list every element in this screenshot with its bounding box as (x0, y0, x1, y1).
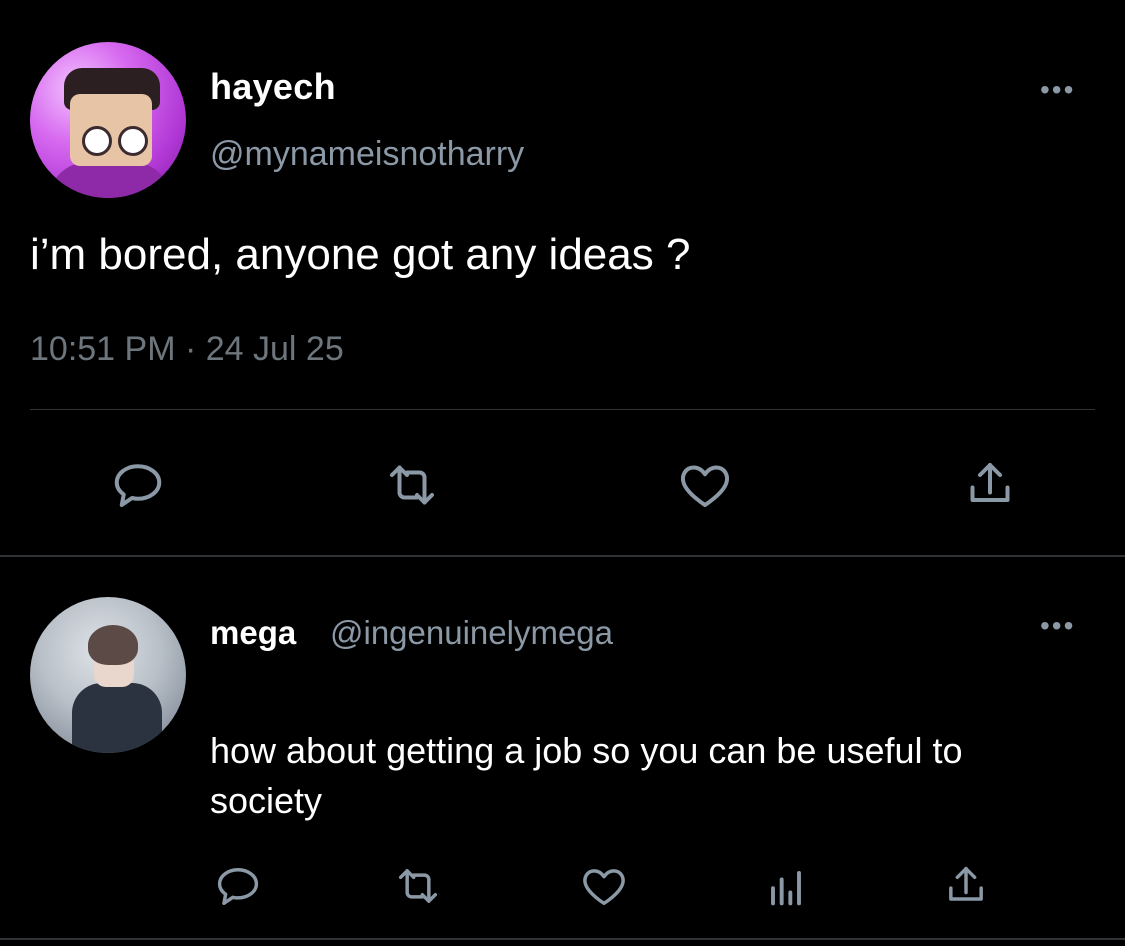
more-options-button-main[interactable]: ••• (1040, 74, 1075, 106)
handle-main[interactable]: @mynameisnotharry (210, 135, 524, 174)
more-options-button-reply[interactable]: ••• (1040, 610, 1075, 642)
tweet-text-main: i’m bored, anyone got any ideas ? (30, 230, 691, 279)
analytics-icon[interactable] (760, 860, 812, 912)
display-name-main[interactable]: hayech (210, 66, 336, 108)
retweet-icon[interactable] (392, 860, 444, 912)
share-icon[interactable] (960, 455, 1020, 515)
divider (30, 409, 1095, 410)
divider (0, 938, 1125, 940)
share-icon[interactable] (940, 860, 992, 912)
like-icon[interactable] (578, 860, 630, 912)
display-name-reply[interactable]: mega (210, 614, 296, 652)
reply-icon[interactable] (108, 455, 168, 515)
divider (0, 555, 1125, 557)
avatar-hair (88, 625, 138, 665)
retweet-icon[interactable] (382, 455, 442, 515)
avatar-main[interactable] (30, 42, 186, 198)
tweet-timestamp-main[interactable]: 10:51 PM · 24 Jul 25 (30, 330, 344, 369)
tweet-text-reply: how about getting a job so you can be us… (210, 730, 963, 821)
avatar-coat (72, 683, 162, 753)
avatar-eye-right (118, 126, 148, 156)
avatar-hood (48, 162, 172, 198)
like-icon[interactable] (675, 455, 735, 515)
avatar-eye-left (82, 126, 112, 156)
handle-reply[interactable]: @ingenuinelymega (330, 614, 613, 652)
reply-icon[interactable] (212, 860, 264, 912)
avatar-reply[interactable] (30, 597, 186, 753)
